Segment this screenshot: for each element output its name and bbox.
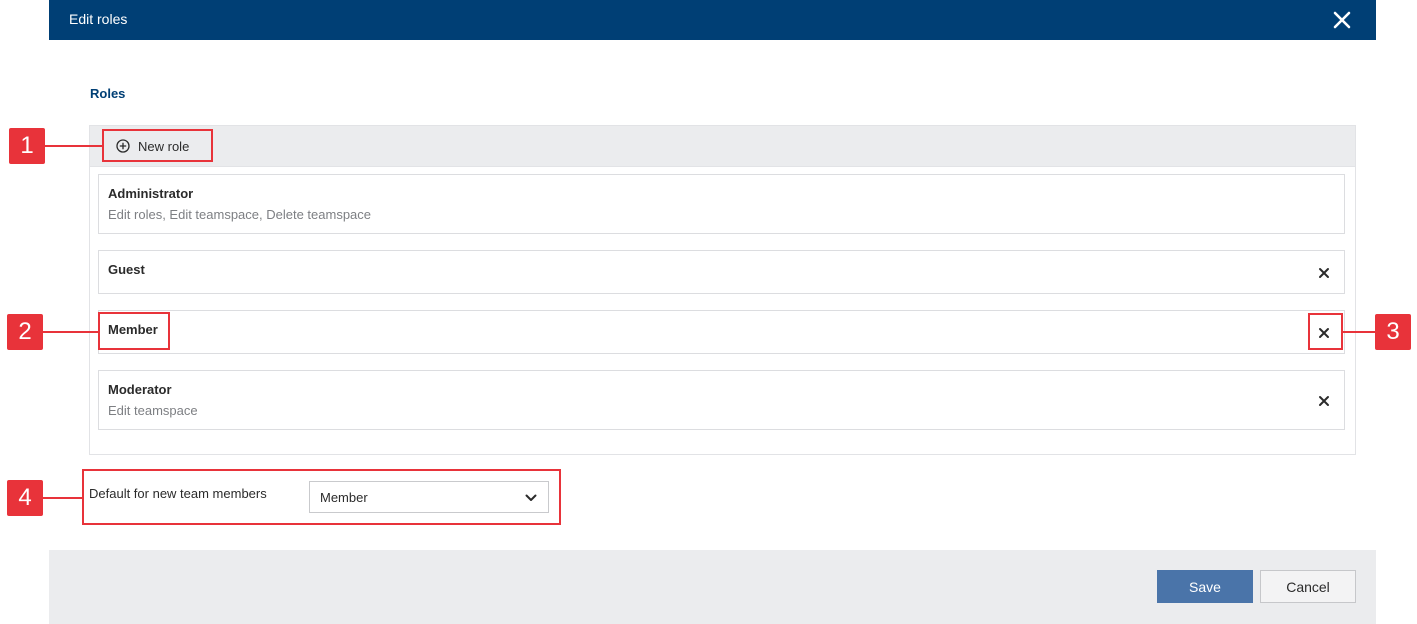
roles-panel: New role Administrator Edit roles, Edit …: [89, 125, 1356, 455]
role-description: Edit roles, Edit teamspace, Delete teams…: [108, 207, 372, 222]
dialog-footer: Save Cancel: [49, 550, 1376, 624]
callout-badge-1: 1: [9, 128, 45, 164]
remove-role-button[interactable]: [1316, 265, 1332, 281]
role-name: Moderator: [108, 382, 172, 397]
role-name: Administrator: [108, 186, 194, 201]
close-icon: [1319, 268, 1329, 278]
role-item-moderator[interactable]: Moderator Edit teamspace: [98, 370, 1345, 430]
close-icon: [1319, 396, 1329, 406]
remove-role-button[interactable]: [1316, 393, 1332, 409]
save-button[interactable]: Save: [1157, 570, 1253, 603]
dialog-titlebar: Edit roles: [49, 0, 1376, 40]
callout-line-3: [1343, 331, 1376, 333]
highlight-new-role: [102, 129, 213, 162]
callout-line-2: [43, 331, 98, 333]
role-description: Edit teamspace: [108, 403, 198, 418]
highlight-remove-member: [1308, 313, 1343, 350]
callout-badge-3: 3: [1375, 314, 1411, 350]
role-item-guest[interactable]: Guest: [98, 250, 1345, 294]
highlight-default-member: [82, 469, 561, 525]
close-button[interactable]: [1330, 8, 1354, 32]
dialog-title: Edit roles: [69, 11, 128, 27]
highlight-member: [98, 312, 170, 350]
role-item-member[interactable]: Member: [98, 310, 1345, 354]
callout-line-1: [45, 145, 102, 147]
role-item-administrator[interactable]: Administrator Edit roles, Edit teamspace…: [98, 174, 1345, 234]
roles-toolbar: New role: [90, 126, 1355, 167]
close-icon: [1333, 11, 1351, 29]
callout-badge-4: 4: [7, 480, 43, 516]
edit-roles-dialog: Edit roles Roles New role Administrator …: [49, 0, 1376, 624]
callout-badge-2: 2: [7, 314, 43, 350]
callout-line-4: [43, 497, 82, 499]
cancel-button[interactable]: Cancel: [1260, 570, 1356, 603]
roles-section-label: Roles: [90, 86, 126, 101]
role-name: Guest: [108, 262, 145, 277]
